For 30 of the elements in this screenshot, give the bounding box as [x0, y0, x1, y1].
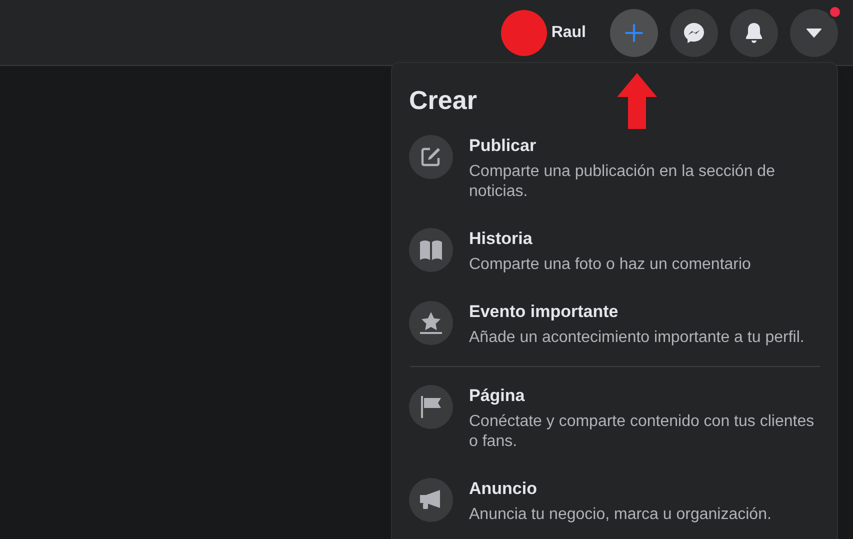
menu-item[interactable]: Anuncio Anuncia tu negocio, marca u organización.	[409, 478, 820, 525]
book-icon	[409, 228, 453, 272]
arrow-icon	[617, 73, 657, 129]
menu-title: Crear	[409, 84, 477, 117]
flag-icon	[409, 385, 453, 429]
avatar[interactable]	[501, 10, 548, 56]
item-description: Añade un acontecimiento importante a tu perfil.	[469, 328, 806, 348]
menu-item[interactable]: Página Conéctate y comparte contenido con tus clientes o fans.	[409, 385, 820, 452]
plus-icon	[624, 22, 644, 42]
item-title: Historia	[469, 228, 534, 250]
item-description: Comparte una foto o haz un comentario	[469, 255, 752, 275]
item-title: Evento importante	[469, 301, 620, 323]
profile-name[interactable]: Raul	[551, 20, 586, 44]
menu-item[interactable]: Historia Comparte una foto o haz un comentario	[409, 228, 820, 275]
bell-icon	[744, 22, 764, 44]
megaphone-icon	[409, 478, 453, 522]
edit-icon	[409, 135, 453, 179]
item-title: Anuncio	[469, 478, 538, 500]
caret-down-icon	[806, 28, 822, 38]
item-description: Anuncia tu negocio, marca u organización.	[469, 505, 772, 525]
item-description: Comparte una publicación en la sección de noticias.	[469, 162, 776, 202]
item-description: Conéctate y comparte contenido con tus clientes o fans.	[469, 412, 816, 452]
menu-item[interactable]: Evento importante Añade un acontecimiento importante a tu perfil.	[409, 301, 820, 348]
messenger-icon	[683, 22, 705, 44]
messenger-button[interactable]	[670, 8, 718, 56]
menu-item[interactable]: Publicar Comparte una publicación en la sección de noticias.	[409, 135, 820, 202]
item-title: Publicar	[469, 135, 538, 157]
notifications-button[interactable]	[730, 8, 778, 56]
item-title: Página	[469, 385, 526, 407]
create-button[interactable]	[610, 8, 658, 56]
